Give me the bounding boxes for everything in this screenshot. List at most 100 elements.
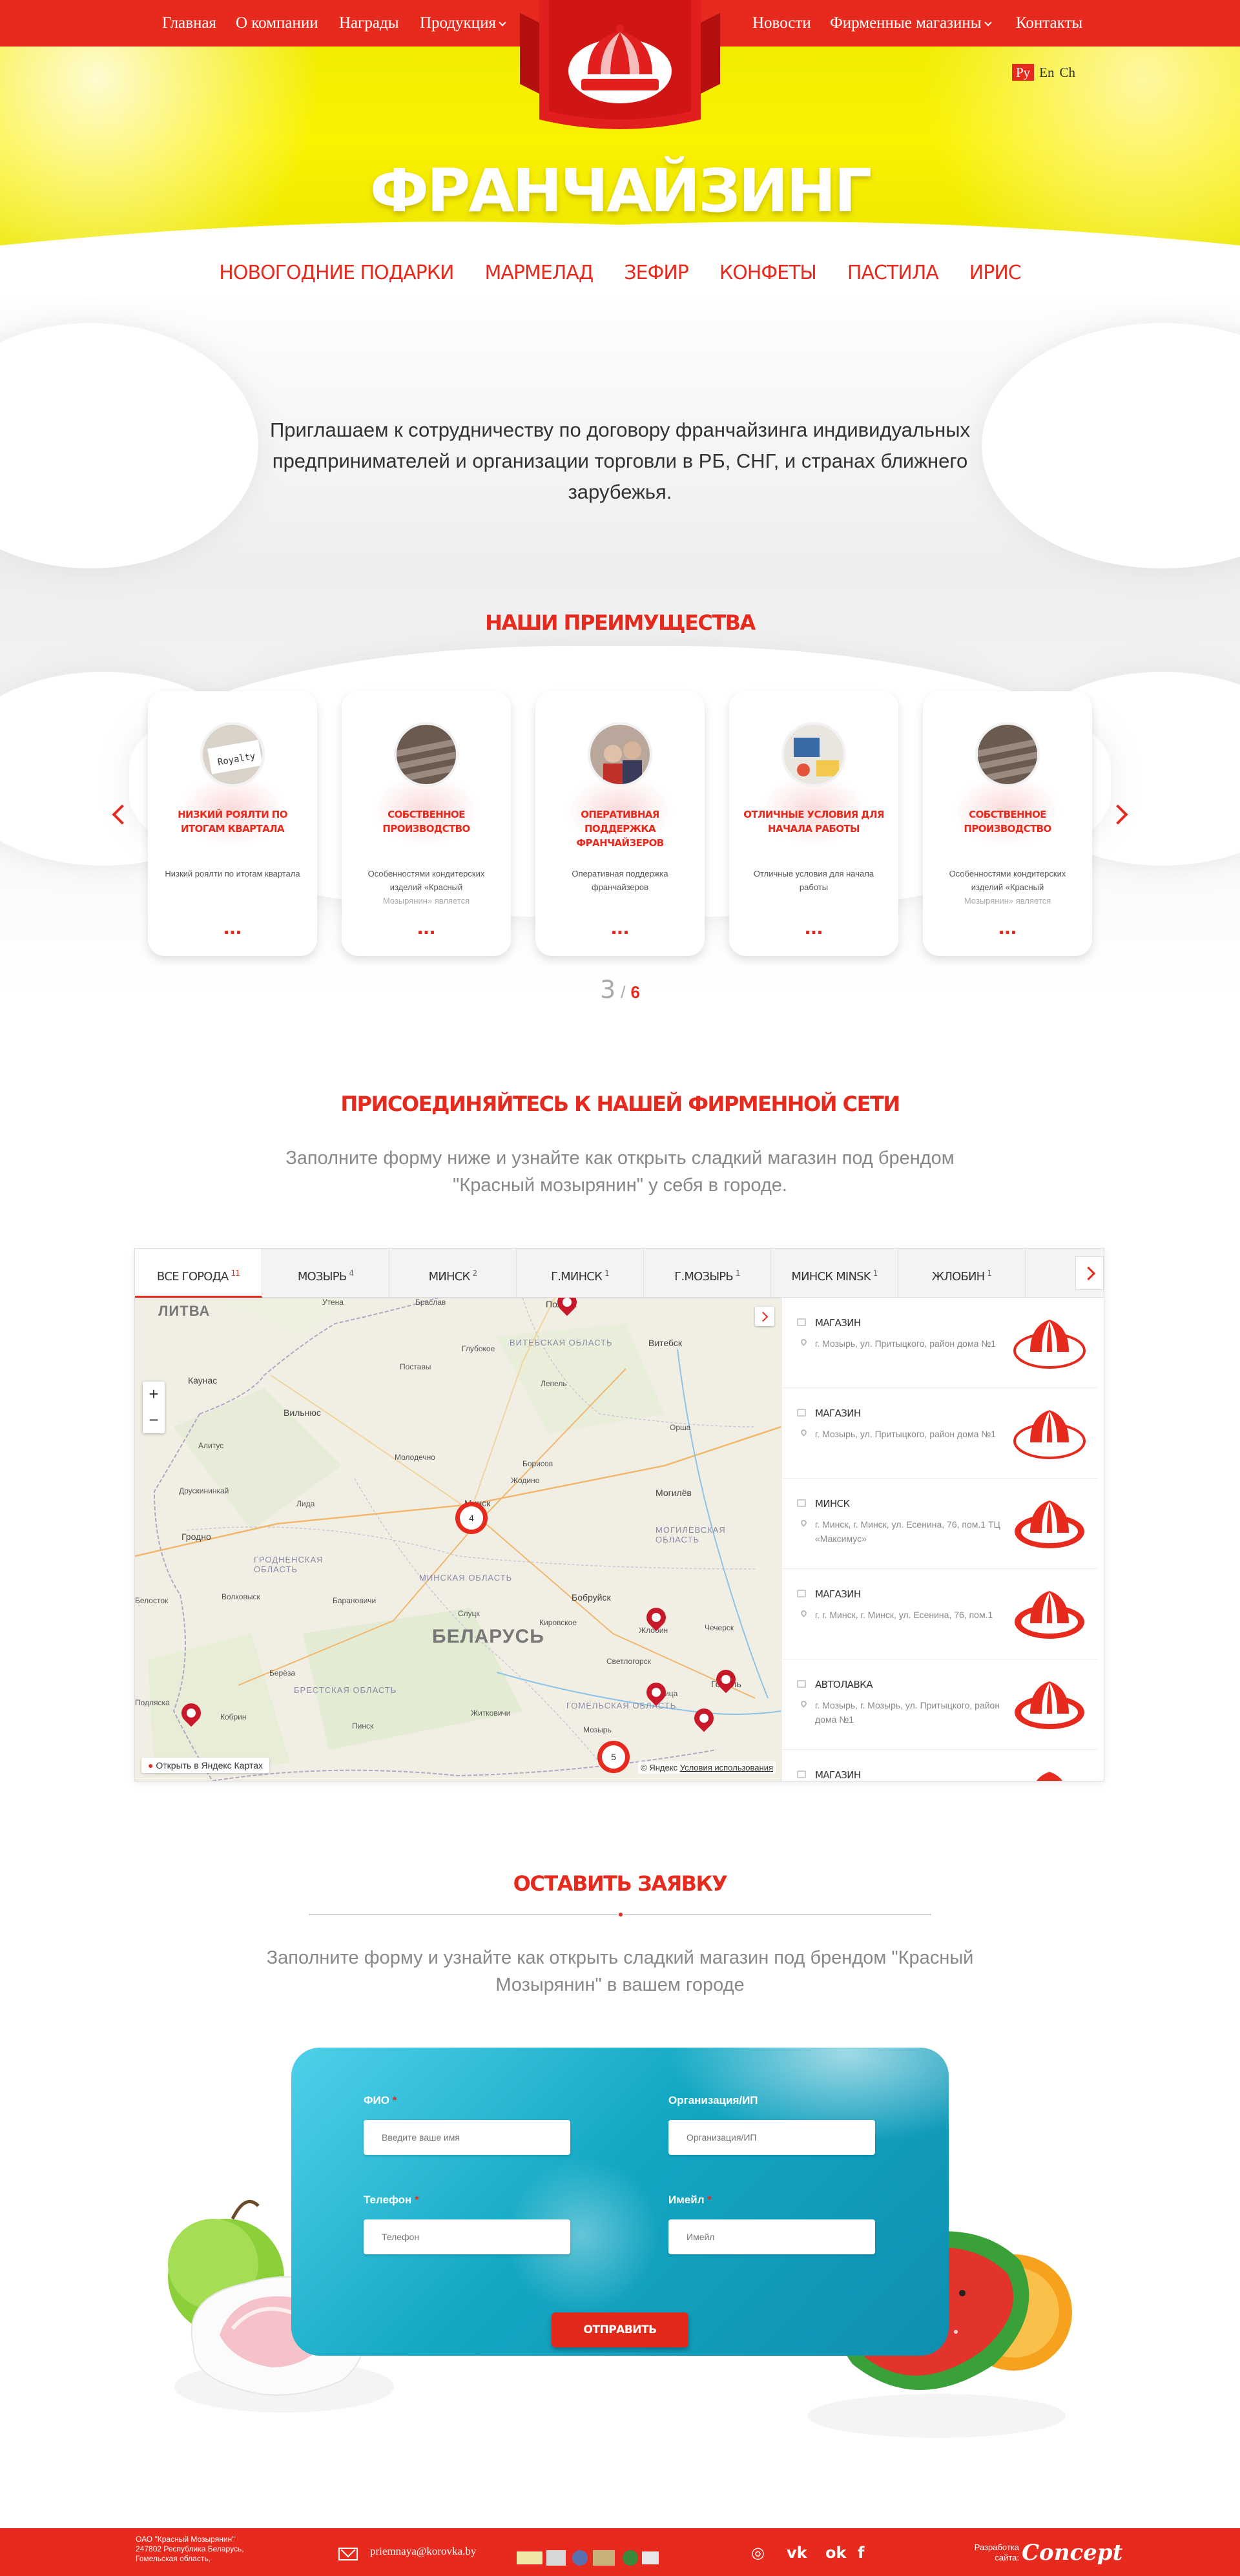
tab-minsk-minsk[interactable]: MИНСК MINSK 1: [771, 1249, 898, 1298]
org-input[interactable]: [668, 2120, 875, 2155]
shop-icon: [797, 1590, 806, 1597]
vk-icon[interactable]: vk: [787, 2544, 807, 2562]
tabs-next-icon[interactable]: [1075, 1256, 1104, 1290]
zoom-out-button[interactable]: −: [143, 1407, 165, 1433]
advantage-card[interactable]: ОПЕРАТИВНАЯ ПОДДЕРЖКА ФРАНЧАЙЗЕРОВ Опера…: [535, 691, 705, 956]
royalty-image: Royalty: [200, 722, 265, 787]
developer-logo[interactable]: Concept: [1022, 2540, 1122, 2566]
menu-marmalade[interactable]: МАРМЕЛАД: [484, 262, 594, 284]
phone-input[interactable]: [364, 2219, 570, 2254]
tab-all-cities[interactable]: ВСЕ ГОРОДА 11: [135, 1249, 262, 1298]
org-label: Организация/ИП: [668, 2094, 758, 2106]
shop-name: МАГАЗИН: [815, 1407, 861, 1419]
facebook-icon[interactable]: f: [858, 2544, 864, 2562]
shop-item[interactable]: МАГАЗИН г. Мозырь, ул. Притыцкого, район…: [781, 1388, 1098, 1479]
map-label: Лида: [296, 1499, 315, 1508]
shop-address: г. г. Минск, г. Минск, ул. Есенина, 76, …: [815, 1610, 993, 1620]
shops-list: МАГАЗИН г. Мозырь, ул. Притыцкого, район…: [781, 1298, 1104, 1781]
tab-g-mozyr[interactable]: Г.МОЗЫРЬ 1: [644, 1249, 771, 1298]
brand-logo-small: [1015, 1501, 1084, 1548]
fio-input[interactable]: [364, 2120, 570, 2155]
menu-newyear-gifts[interactable]: НОВОГОДНИЕ ПОДАРКИ: [219, 262, 454, 284]
card-title: СОБСТВЕННОЕ ПРОИЗВОДСТВО: [964, 809, 1051, 835]
lang-ch[interactable]: Ch: [1059, 65, 1075, 80]
shop-item[interactable]: АВТОЛАВКА г. Мозырь, г. Мозырь, ул. Прит…: [781, 1659, 1098, 1750]
shop-item[interactable]: МАГАЗИН г. Мозырь, ул. Притыцкого, район…: [781, 1298, 1098, 1388]
instagram-icon[interactable]: ◎: [751, 2544, 765, 2562]
card-title: ОПЕРАТИВНАЯ ПОДДЕРЖКА ФРАНЧАЙЗЕРОВ: [576, 809, 664, 849]
pin-icon: [800, 1609, 808, 1617]
card-more-button[interactable]: ...: [342, 916, 511, 938]
tab-zhlobin[interactable]: ЖЛОБИН 1: [898, 1249, 1026, 1298]
zoom-in-button[interactable]: +: [143, 1382, 165, 1407]
menu-zephyr[interactable]: ЗЕФИР: [624, 262, 689, 284]
card-more-button[interactable]: ...: [148, 916, 317, 938]
pin-icon: [800, 1699, 808, 1708]
map-label: Молодечно: [395, 1453, 435, 1462]
brand-logo[interactable]: [513, 0, 727, 134]
shop-address: г. Минск, г. Минск, ул. Есенина, 76, пом…: [815, 1519, 1000, 1544]
shop-icon: [797, 1680, 806, 1688]
email-input[interactable]: [668, 2219, 875, 2254]
map-cluster-marker[interactable]: 5: [597, 1741, 630, 1773]
nav-shops[interactable]: Фирменные магазины: [830, 14, 992, 32]
advantage-card[interactable]: СОБСТВЕННОЕ ПРОИЗВОДСТВО Особенностями к…: [923, 691, 1092, 956]
desk-image: [781, 722, 846, 787]
pin-icon: [800, 1338, 808, 1346]
card-more-button[interactable]: ...: [729, 916, 898, 938]
map-label: ЛИТВА: [158, 1303, 211, 1319]
nav-products[interactable]: Продукция: [420, 14, 506, 32]
nav-about[interactable]: О компании: [236, 14, 318, 32]
map-region-label: МИНСКАЯ ОБЛАСТЬ: [419, 1573, 513, 1583]
fio-label: ФИО *: [364, 2094, 397, 2106]
shop-address: г. Мозырь, ул. Притыцкого, район дома №1: [815, 1429, 997, 1439]
card-description: Особенностями кондитерских изделий «Крас…: [949, 869, 1066, 906]
shop-icon: [797, 1771, 806, 1778]
award-badges: [517, 2550, 659, 2566]
tab-minsk[interactable]: МИНСК 2: [389, 1249, 517, 1298]
lang-en[interactable]: En: [1039, 65, 1054, 80]
brand-logo-small: [1013, 1320, 1086, 1369]
submit-button[interactable]: ОТПРАВИТЬ: [552, 2312, 688, 2347]
advantage-card[interactable]: ОТЛИЧНЫЕ УСЛОВИЯ ДЛЯ НАЧАЛА РАБОТЫ Отлич…: [729, 691, 898, 956]
shop-item[interactable]: МАГАЗИН: [781, 1750, 1098, 1781]
nav-home[interactable]: Главная: [162, 14, 216, 32]
nav-contacts[interactable]: Контакты: [1016, 14, 1082, 32]
map-cluster-marker[interactable]: 4: [455, 1502, 488, 1534]
pager-separator: /: [621, 982, 626, 1002]
pin-icon: [800, 1519, 808, 1527]
advantage-card[interactable]: СОБСТВЕННОЕ ПРОИЗВОДСТВО Особенностями к…: [342, 691, 511, 956]
nav-news[interactable]: Новости: [752, 14, 811, 32]
card-title: НИЗКИЙ РОЯЛТИ ПО ИТОГАМ КВАРТАЛА: [178, 809, 287, 835]
footer-email[interactable]: priemnaya@korovka.by: [370, 2545, 476, 2558]
menu-pastila[interactable]: ПАСТИЛА: [847, 262, 939, 284]
map-label: Поставы: [400, 1362, 431, 1371]
map-label: Волковыск: [222, 1592, 260, 1601]
card-more-button[interactable]: ...: [535, 916, 705, 938]
map-label: Пинск: [352, 1721, 374, 1730]
request-title: ОСТАВИТЬ ЗАЯВКУ: [513, 1871, 728, 1896]
card-more-button[interactable]: ...: [923, 916, 1092, 938]
shop-item[interactable]: МАГАЗИН г. г. Минск, г. Минск, ул. Есени…: [781, 1569, 1098, 1659]
factory-image: [975, 722, 1040, 787]
tab-g-minsk[interactable]: Г.МИНСК 1: [517, 1249, 644, 1298]
nav-awards[interactable]: Награды: [339, 14, 399, 32]
open-in-yandex-link[interactable]: ● Открыть в Яндекс Картах: [141, 1758, 269, 1773]
advantage-card[interactable]: Royalty НИЗКИЙ РОЯЛТИ ПО ИТОГАМ КВАРТАЛА…: [148, 691, 317, 956]
mail-icon: [338, 2548, 358, 2560]
shop-name: МИНСК: [815, 1498, 850, 1510]
shop-icon: [797, 1499, 806, 1507]
menu-candies[interactable]: КОНФЕТЫ: [719, 262, 817, 284]
advantages-title: НАШИ ПРЕИМУЩЕСТВА: [485, 610, 756, 635]
map-region-label: ВИТЕБСКАЯ ОБЛАСТЬ: [510, 1338, 613, 1347]
card-title: СОБСТВЕННОЕ ПРОИЗВОДСТВО: [382, 809, 470, 835]
yandex-map[interactable]: ЛИТВА БЕЛАРУСЬ Вильнюс Каунас Алитус Дру…: [135, 1298, 781, 1781]
shop-item[interactable]: МИНСК г. Минск, г. Минск, ул. Есенина, 7…: [781, 1479, 1098, 1569]
lang-ru[interactable]: Ру: [1011, 64, 1035, 81]
ok-icon[interactable]: ok: [825, 2544, 846, 2562]
map-next-icon[interactable]: [755, 1307, 774, 1326]
tab-mozyr[interactable]: МОЗЫРЬ 4: [262, 1249, 389, 1298]
menu-toffee[interactable]: ИРИС: [969, 262, 1022, 284]
map-terms-link[interactable]: Условия использования: [680, 1763, 773, 1772]
shop-name: АВТОЛАВКА: [815, 1679, 873, 1690]
